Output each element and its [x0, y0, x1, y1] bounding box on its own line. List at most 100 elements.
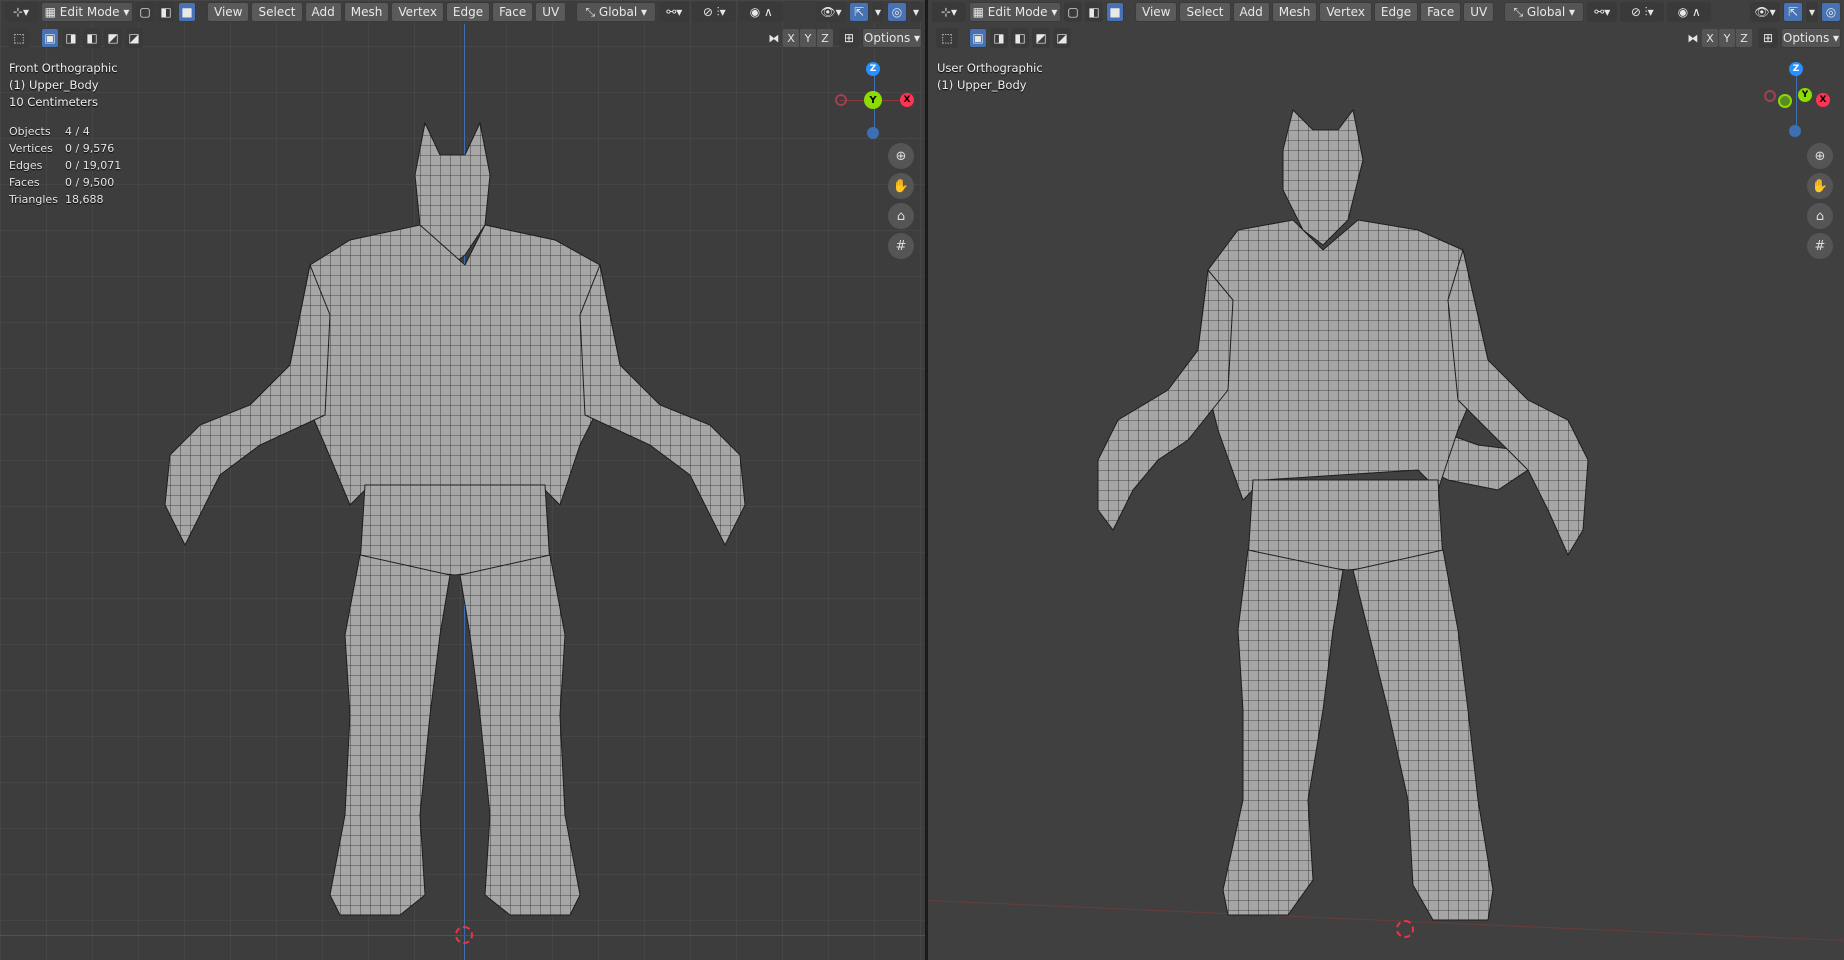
- proportional-edit-icon[interactable]: ◉ ∧: [1667, 2, 1712, 22]
- edge-select-button[interactable]: ◧: [157, 2, 175, 22]
- axis-y-toggle[interactable]: Y: [1719, 29, 1735, 47]
- select-tool-icon[interactable]: ⬚: [8, 28, 30, 48]
- select-intersect-icon[interactable]: ◪: [1053, 28, 1071, 48]
- zoom-icon[interactable]: ⊕: [1807, 143, 1833, 169]
- camera-icon[interactable]: ⌂: [1807, 203, 1833, 229]
- axis-x-toggle[interactable]: X: [1702, 29, 1718, 47]
- gizmo-dropdown-icon[interactable]: ▾: [1806, 2, 1818, 22]
- stat-triangles: Triangles 18,688: [9, 193, 104, 206]
- gizmo-neg-z-ball[interactable]: [867, 127, 879, 139]
- orientation-dropdown[interactable]: ⤡ Global ▾: [576, 2, 657, 22]
- menu-vertex[interactable]: Vertex: [391, 2, 444, 22]
- visibility-icon[interactable]: 👁▾: [1750, 2, 1780, 22]
- orientation-dropdown[interactable]: ⤡ Global ▾: [1504, 2, 1585, 22]
- edit-mode-icon: ▦: [44, 5, 60, 19]
- menu-edge[interactable]: Edge: [445, 2, 491, 22]
- options-dropdown[interactable]: Options ▾: [862, 28, 922, 48]
- snap-icon[interactable]: ⊘ ⫶▾: [692, 2, 737, 22]
- werewolf-mesh: [164, 121, 746, 916]
- grid-scale: 10 Centimeters: [9, 95, 98, 109]
- viewport-front[interactable]: ⊹▾ ▦ Edit Mode ▾ ▢ ◧ ■ View Select Add M…: [0, 0, 925, 960]
- gizmo-toggle-icon[interactable]: ⇱: [1783, 2, 1803, 22]
- gizmo-z-ball[interactable]: Z: [1789, 62, 1803, 76]
- 3d-cursor-icon[interactable]: [455, 926, 473, 944]
- menu-view[interactable]: View: [207, 2, 250, 22]
- select-extend-icon[interactable]: ◨: [990, 28, 1008, 48]
- select-invert-icon[interactable]: ◩: [104, 28, 122, 48]
- pan-hand-icon[interactable]: ✋: [888, 173, 914, 199]
- options-dropdown[interactable]: Options ▾: [1781, 28, 1841, 48]
- axis-x-toggle[interactable]: X: [783, 29, 799, 47]
- navigation-gizmo[interactable]: Z Y X: [830, 60, 920, 140]
- viewport-header: ⊹▾ ▦ Edit Mode ▾ ▢ ◧ ■ View Select Add M…: [0, 0, 925, 24]
- gizmo-x-ball[interactable]: X: [1816, 93, 1830, 107]
- menu-face[interactable]: Face: [492, 2, 534, 22]
- menu-vertex[interactable]: Vertex: [1319, 2, 1372, 22]
- overlay-toggle-icon[interactable]: ◎: [887, 2, 907, 22]
- gizmo-neg-x-ball[interactable]: [1764, 90, 1776, 102]
- face-select-button[interactable]: ■: [1106, 2, 1124, 22]
- select-subtract-icon[interactable]: ◧: [1011, 28, 1029, 48]
- menu-uv[interactable]: UV: [1463, 2, 1495, 22]
- werewolf-mesh: [1097, 108, 1589, 921]
- perspective-grid-icon[interactable]: #: [888, 233, 914, 259]
- select-intersect-icon[interactable]: ◪: [125, 28, 143, 48]
- select-tool-icon[interactable]: ⬚: [936, 28, 958, 48]
- navigation-gizmo[interactable]: Z Y X: [1760, 60, 1840, 140]
- gizmo-y-ball[interactable]: Y: [864, 91, 882, 109]
- gizmo-z-ball[interactable]: Z: [866, 62, 880, 76]
- vertex-select-button[interactable]: ▢: [136, 2, 154, 22]
- menu-add[interactable]: Add: [1232, 2, 1270, 22]
- overlay-toggle-icon[interactable]: ◎: [1821, 2, 1841, 22]
- visibility-icon[interactable]: 👁▾: [816, 2, 846, 22]
- mode-dropdown[interactable]: ▦ Edit Mode ▾: [969, 2, 1061, 22]
- pan-hand-icon[interactable]: ✋: [1807, 173, 1833, 199]
- transform-orientation-icon: ⤡: [585, 4, 599, 19]
- select-extend-icon[interactable]: ◨: [62, 28, 80, 48]
- axis-z-toggle[interactable]: Z: [817, 29, 833, 47]
- menu-mesh[interactable]: Mesh: [343, 2, 390, 22]
- mode-dropdown[interactable]: ▦ Edit Mode ▾: [41, 2, 133, 22]
- menu-select[interactable]: Select: [251, 2, 303, 22]
- editor-type-button[interactable]: ⊹▾: [932, 2, 966, 22]
- edit-mode-icon: ▦: [972, 5, 988, 19]
- select-new-icon[interactable]: ▣: [969, 28, 987, 48]
- camera-icon[interactable]: ⌂: [888, 203, 914, 229]
- gizmo-neg-x-ball[interactable]: [835, 94, 847, 106]
- editor-type-button[interactable]: ⊹▾: [4, 2, 38, 22]
- perspective-grid-icon[interactable]: #: [1807, 233, 1833, 259]
- select-subtract-icon[interactable]: ◧: [83, 28, 101, 48]
- viewport-user[interactable]: ⊹▾ ▦ Edit Mode ▾ ▢ ◧ ■ View Select Add M…: [928, 0, 1844, 960]
- menu-mesh[interactable]: Mesh: [1271, 2, 1318, 22]
- edge-select-button[interactable]: ◧: [1085, 2, 1103, 22]
- gizmo-neg-y-ball[interactable]: [1778, 94, 1792, 108]
- gizmo-toggle-icon[interactable]: ⇱: [849, 2, 869, 22]
- snap-icon[interactable]: ⊘ ⫶▾: [1620, 2, 1665, 22]
- pivot-icon[interactable]: ⚯▾: [1587, 2, 1618, 22]
- axis-z-toggle[interactable]: Z: [1736, 29, 1752, 47]
- select-new-icon[interactable]: ▣: [41, 28, 59, 48]
- menu-uv[interactable]: UV: [535, 2, 567, 22]
- proportional-edit-icon[interactable]: ◉ ∧: [739, 2, 784, 22]
- gizmo-x-ball[interactable]: X: [900, 93, 914, 107]
- auto-merge-icon[interactable]: ⊞: [839, 28, 859, 48]
- menu-view[interactable]: View: [1135, 2, 1178, 22]
- 3d-cursor-icon[interactable]: [1396, 920, 1414, 938]
- viewport-header: ⊹▾ ▦ Edit Mode ▾ ▢ ◧ ■ View Select Add M…: [928, 0, 1844, 24]
- gizmo-y-ball[interactable]: Y: [1798, 88, 1812, 102]
- gizmo-neg-z-ball[interactable]: [1789, 125, 1801, 137]
- stat-faces: Faces 0 / 9,500: [9, 176, 115, 189]
- axis-y-toggle[interactable]: Y: [800, 29, 816, 47]
- select-invert-icon[interactable]: ◩: [1032, 28, 1050, 48]
- overlay-dropdown-icon[interactable]: ▾: [910, 2, 922, 22]
- auto-merge-icon[interactable]: ⊞: [1758, 28, 1778, 48]
- menu-face[interactable]: Face: [1420, 2, 1462, 22]
- menu-select[interactable]: Select: [1179, 2, 1231, 22]
- face-select-button[interactable]: ■: [178, 2, 196, 22]
- gizmo-dropdown-icon[interactable]: ▾: [872, 2, 884, 22]
- pivot-icon[interactable]: ⚯▾: [659, 2, 690, 22]
- vertex-select-button[interactable]: ▢: [1064, 2, 1082, 22]
- menu-add[interactable]: Add: [304, 2, 342, 22]
- menu-edge[interactable]: Edge: [1373, 2, 1419, 22]
- zoom-icon[interactable]: ⊕: [888, 143, 914, 169]
